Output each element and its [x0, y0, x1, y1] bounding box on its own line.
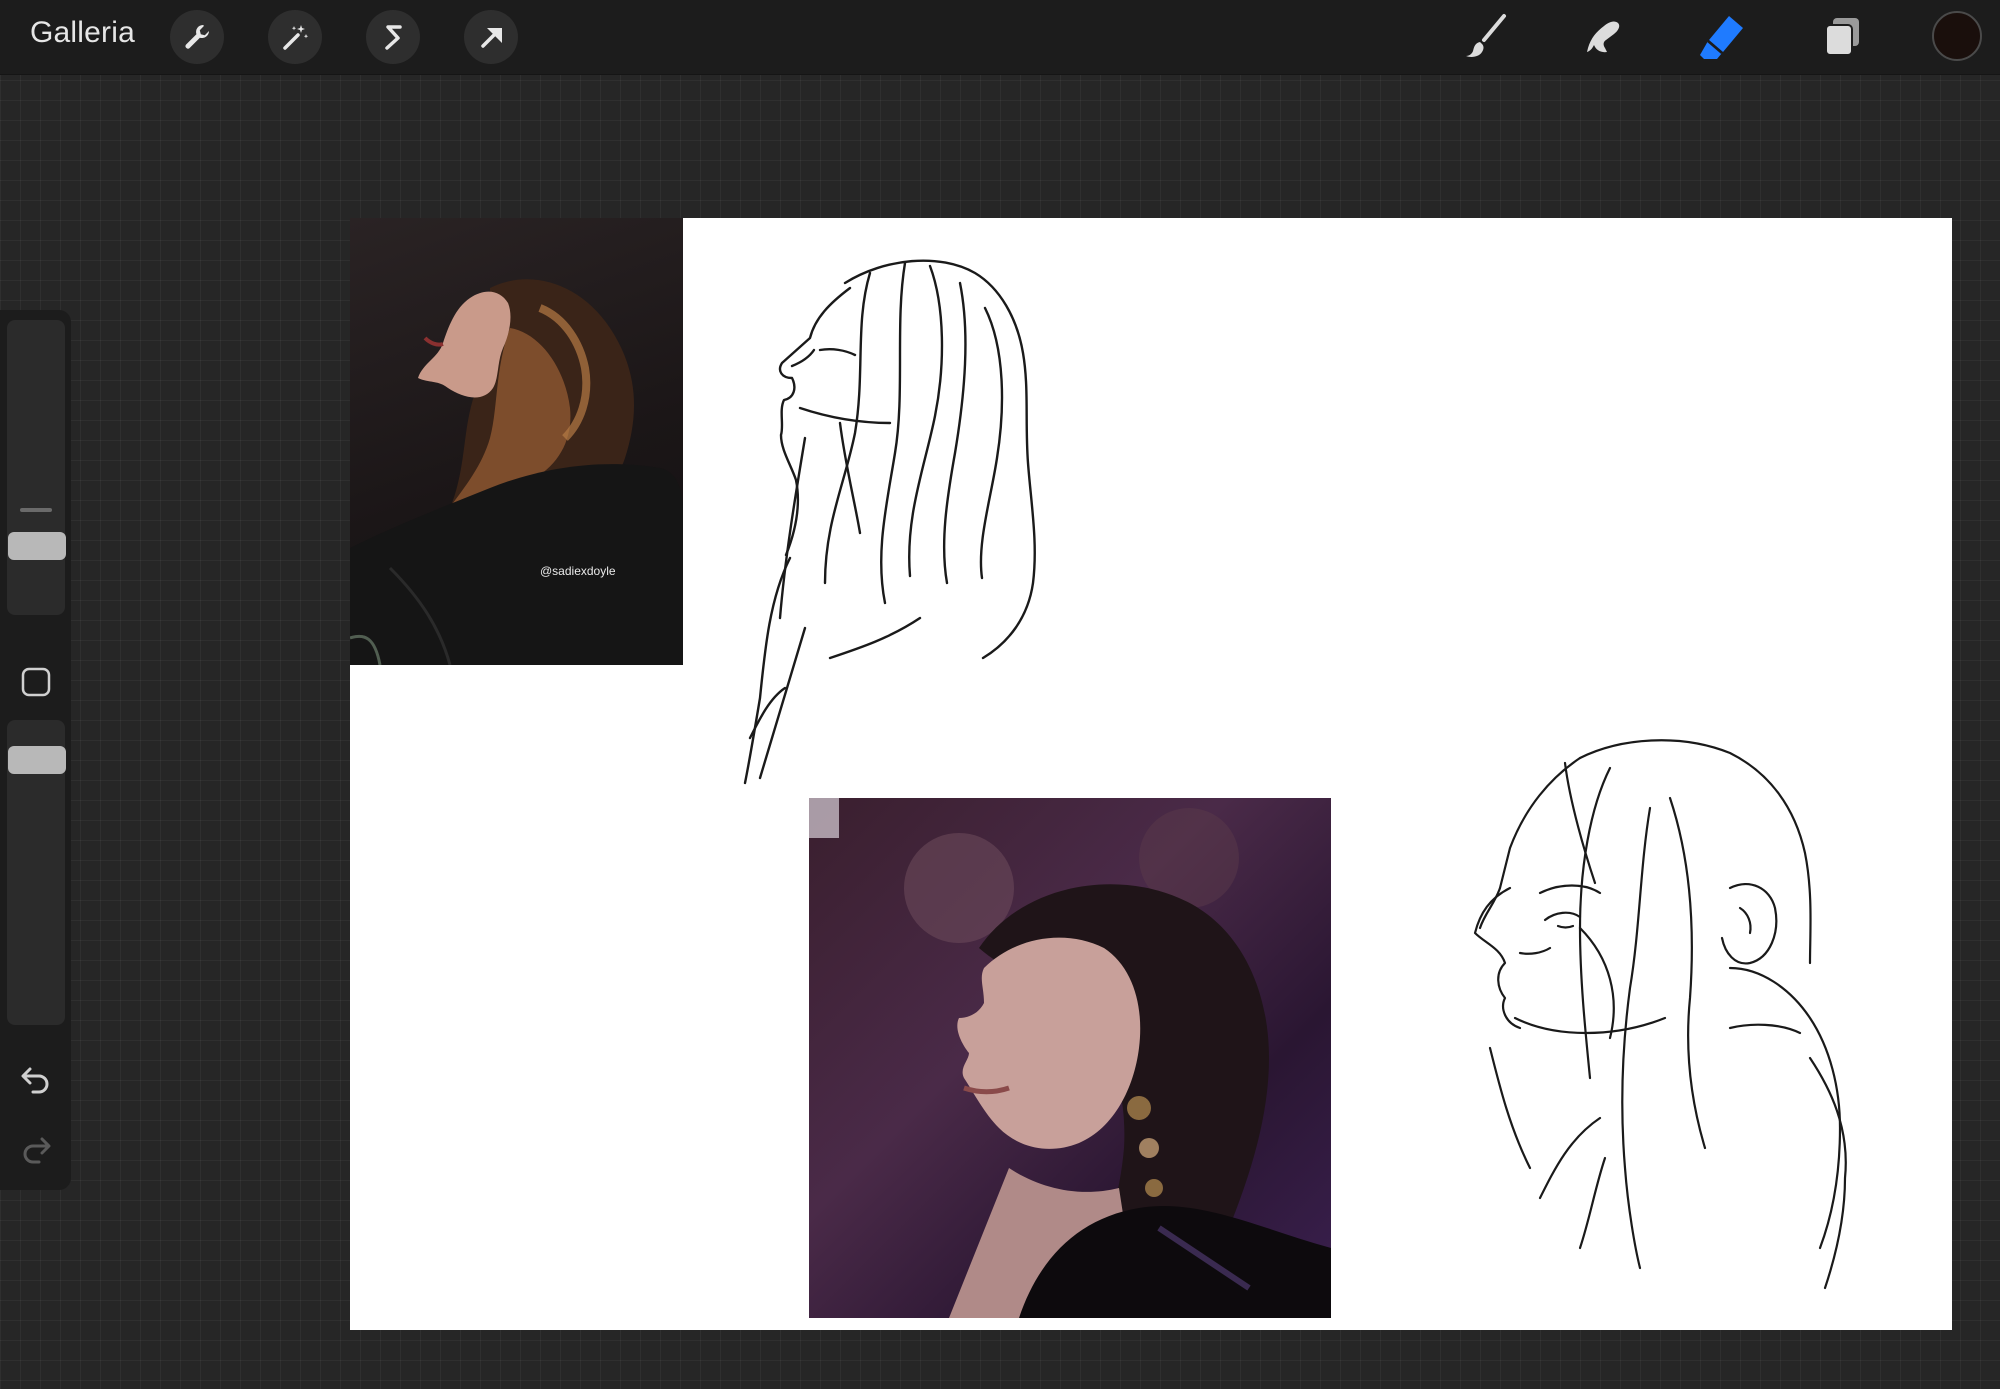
drawing-canvas[interactable]: @sadiexdoyle: [350, 218, 1952, 1330]
slider-divider: [20, 508, 52, 512]
modify-button[interactable]: [10, 656, 62, 708]
smudge-tool-button[interactable]: [1573, 10, 1633, 64]
eraser-icon: [1700, 16, 1743, 59]
reference-photo-2-image: [809, 798, 1331, 1318]
layers-icon: [1825, 18, 1859, 56]
redo-icon: [23, 1137, 51, 1164]
wrench-icon: [185, 25, 210, 49]
reference-photo-1-image: [350, 279, 683, 665]
transform-arrow-icon: [481, 28, 502, 48]
eraser-tool-button[interactable]: [1693, 10, 1753, 64]
top-toolbar: Galleria: [0, 0, 2000, 75]
selection-button[interactable]: [366, 10, 420, 64]
photo-watermark: @sadiexdoyle: [540, 564, 616, 578]
undo-icon: [21, 1067, 49, 1094]
color-picker-swatch[interactable]: [1932, 11, 1982, 61]
undo-button[interactable]: [10, 1054, 62, 1106]
reference-photo-1: @sadiexdoyle: [350, 218, 683, 665]
layers-button[interactable]: [1812, 10, 1872, 64]
smudge-icon: [1587, 21, 1620, 53]
reference-photo-2: [809, 798, 1331, 1318]
brush-icon: [1466, 14, 1506, 57]
square-icon: [21, 667, 51, 697]
actions-button[interactable]: [170, 10, 224, 64]
sketch-1: [743, 259, 1036, 785]
gallery-button[interactable]: Galleria: [30, 16, 135, 50]
adjustments-button[interactable]: [268, 10, 322, 64]
transform-button[interactable]: [464, 10, 518, 64]
brush-sidebar: [0, 310, 71, 1190]
brush-tool-button[interactable]: [1455, 10, 1515, 64]
redo-button[interactable]: [10, 1124, 62, 1176]
brush-size-thumb[interactable]: [8, 532, 66, 560]
sketch-2: [1473, 739, 1847, 1290]
brush-opacity-thumb[interactable]: [8, 746, 66, 774]
magic-wand-icon: [283, 25, 309, 50]
selection-icon: [385, 25, 402, 50]
brush-size-slider[interactable]: [7, 320, 65, 615]
